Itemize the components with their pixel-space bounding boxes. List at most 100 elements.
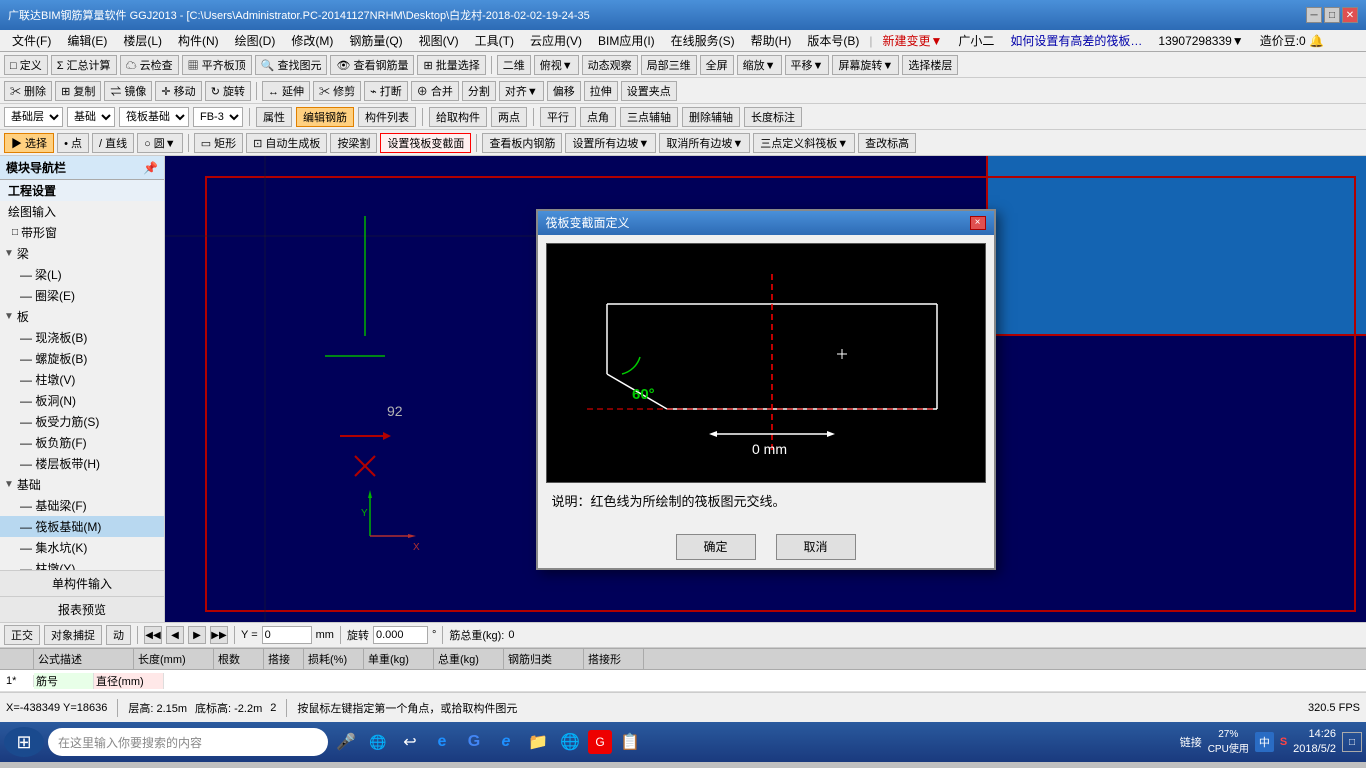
taskbar-icon-globe[interactable]: 🌐 [556, 728, 584, 756]
menu-file[interactable]: 文件(F) [4, 30, 59, 51]
canvas-area[interactable]: Y X 92 筏板变截面定义 × [165, 156, 1366, 622]
btn-2d[interactable]: 二维 [497, 55, 531, 75]
sidebar-item-beam[interactable]: ▼ 梁 [0, 243, 164, 264]
menu-bim[interactable]: BIM应用(I) [590, 30, 663, 51]
taskbar-icon-ie[interactable]: e [428, 728, 456, 756]
btn-fullscreen[interactable]: 全屏 [700, 55, 734, 75]
sidebar-item-sump[interactable]: — 集水坑(K) [0, 537, 164, 558]
layer2-select[interactable]: 基础 [67, 107, 115, 127]
btn-line[interactable]: / 直线 [92, 133, 134, 153]
btn-ortho[interactable]: 正交 [4, 625, 40, 645]
btn-merge[interactable]: ⊕ 合并 [411, 81, 459, 101]
menu-new-change[interactable]: 新建变更▼ [874, 30, 950, 51]
sidebar-pin[interactable]: 📌 [143, 161, 158, 175]
btn-set-section[interactable]: 设置筏板变截面 [380, 133, 471, 153]
btn-move[interactable]: ✛ 移动 [155, 81, 201, 101]
taskbar-icon-browser1[interactable]: 🌐 [364, 728, 392, 756]
btn-pick[interactable]: 给取构件 [429, 107, 487, 127]
taskbar-icon-g[interactable]: G [460, 728, 488, 756]
sidebar-item-slab[interactable]: ▼ 板 [0, 306, 164, 327]
maximize-btn[interactable]: □ [1324, 7, 1340, 23]
menu-online[interactable]: 在线服务(S) [663, 30, 743, 51]
sidebar-item-neg-rebar[interactable]: — 板负筋(F) [0, 432, 164, 453]
btn-level[interactable]: ▦ 平齐板顶 [182, 55, 252, 75]
btn-edit-rebar[interactable]: 编辑钢筋 [296, 107, 354, 127]
sidebar-item-col-cap2[interactable]: — 柱墩(Y) [0, 558, 164, 570]
menu-points[interactable]: 造价豆:0 🔔 [1252, 30, 1332, 51]
btn-single-component[interactable]: 单构件输入 [0, 570, 164, 596]
nav-last[interactable]: ▶▶ [210, 626, 228, 644]
btn-3pt-slope[interactable]: 三点定义斜筏板▼ [753, 133, 855, 153]
sidebar-item-slab-rebar[interactable]: — 板受力筋(S) [0, 411, 164, 432]
btn-view-rebar2[interactable]: 查看板内钢筋 [482, 133, 562, 153]
btn-element-list[interactable]: 构件列表 [358, 107, 416, 127]
btn-break[interactable]: ⌁ 打断 [364, 81, 408, 101]
taskbar-icon-mic[interactable]: 🎤 [332, 728, 360, 756]
menu-phone[interactable]: 13907298339▼ [1150, 32, 1251, 50]
btn-point-draw[interactable]: • 点 [57, 133, 89, 153]
sidebar-item-cast-slab[interactable]: — 现浇板(B) [0, 327, 164, 348]
sidebar-item-drawing[interactable]: 绘图输入 [0, 201, 164, 222]
btn-report[interactable]: 报表预览 [0, 596, 164, 622]
btn-auto-gen[interactable]: ⊡ 自动生成板 [246, 133, 327, 153]
sidebar-item-raft[interactable]: — 筏板基础(M) [0, 516, 164, 537]
sidebar-item-foundation[interactable]: ▼ 基础 [0, 474, 164, 495]
btn-align[interactable]: 对齐▼ [499, 81, 544, 101]
btn-3d-partial[interactable]: 局部三维 [641, 55, 697, 75]
btn-property[interactable]: 属性 [256, 107, 292, 127]
menu-rebar[interactable]: 钢筋量(Q) [341, 30, 410, 51]
btn-trim[interactable]: ✂ 修剪 [313, 81, 361, 101]
taskbar-notification[interactable]: □ [1342, 732, 1362, 752]
sidebar-item-ring-beam[interactable]: — 圈梁(E) [0, 285, 164, 306]
menu-element[interactable]: 构件(N) [170, 30, 227, 51]
btn-change-height[interactable]: 查改标高 [858, 133, 916, 153]
btn-grip[interactable]: 设置夹点 [621, 81, 677, 101]
btn-split[interactable]: 分割 [462, 81, 496, 101]
btn-topview[interactable]: 俯视▼ [534, 55, 579, 75]
btn-del-axis[interactable]: 删除辅轴 [682, 107, 740, 127]
btn-three-point[interactable]: 三点辅轴 [620, 107, 678, 127]
menu-brand[interactable]: 广小二 [950, 30, 1002, 51]
btn-cancel-slope[interactable]: 取消所有边坡▼ [659, 133, 750, 153]
btn-circle[interactable]: ○ 圆▼ [137, 133, 183, 153]
btn-rotate2[interactable]: ↻ 旋转 [205, 81, 251, 101]
menu-version[interactable]: 版本号(B) [799, 30, 867, 51]
sidebar-item-found-beam[interactable]: — 基础梁(F) [0, 495, 164, 516]
sidebar-item-slab-hole[interactable]: — 板洞(N) [0, 390, 164, 411]
menu-draw[interactable]: 绘图(D) [227, 30, 284, 51]
menu-floor[interactable]: 楼层(L) [115, 30, 170, 51]
btn-dynamic[interactable]: 动态观察 [582, 55, 638, 75]
btn-point-angle[interactable]: 点角 [580, 107, 616, 127]
btn-length-mark[interactable]: 长度标注 [744, 107, 802, 127]
btn-mirror[interactable]: ⇌ 镜像 [104, 81, 152, 101]
taskbar-icon-folder[interactable]: 📁 [524, 728, 552, 756]
btn-cloud-check[interactable]: ☁ 云检查 [120, 55, 179, 75]
layer-select[interactable]: 基础层 [4, 107, 63, 127]
btn-dynamic-input[interactable]: 动 [106, 625, 131, 645]
menu-tools[interactable]: 工具(T) [467, 30, 522, 51]
btn-parallel[interactable]: 平行 [540, 107, 576, 127]
menu-setting-hint[interactable]: 如何设置有高差的筏板… [1002, 30, 1150, 51]
btn-snap[interactable]: 对象捕捉 [44, 625, 102, 645]
btn-pan[interactable]: 平移▼ [785, 55, 830, 75]
btn-find[interactable]: 🔍 查找图元 [255, 55, 328, 75]
id-select[interactable]: FB-3 [193, 107, 243, 127]
nav-first[interactable]: ◀◀ [144, 626, 162, 644]
nav-next[interactable]: ▶ [188, 626, 206, 644]
menu-help[interactable]: 帮助(H) [743, 30, 800, 51]
nav-prev[interactable]: ◀ [166, 626, 184, 644]
close-btn[interactable]: ✕ [1342, 7, 1358, 23]
btn-select-floor[interactable]: 选择楼层 [902, 55, 958, 75]
btn-define[interactable]: □ 定义 [4, 55, 48, 75]
btn-zoom[interactable]: 缩放▼ [737, 55, 782, 75]
menu-modify[interactable]: 修改(M) [283, 30, 341, 51]
taskbar-icon-app1[interactable]: 📋 [616, 728, 644, 756]
btn-offset[interactable]: 偏移 [547, 81, 581, 101]
sidebar-item-col-cap[interactable]: — 柱墩(V) [0, 369, 164, 390]
taskbar-icon-edge[interactable]: e [492, 728, 520, 756]
btn-view-rebar[interactable]: 👁 查看钢筋量 [330, 55, 414, 75]
menu-edit[interactable]: 编辑(E) [59, 30, 115, 51]
btn-rect[interactable]: ▭ 矩形 [194, 133, 243, 153]
taskbar-lang-indicator[interactable]: 中 [1255, 732, 1274, 752]
taskbar-start-btn[interactable]: ⊞ [4, 727, 44, 757]
